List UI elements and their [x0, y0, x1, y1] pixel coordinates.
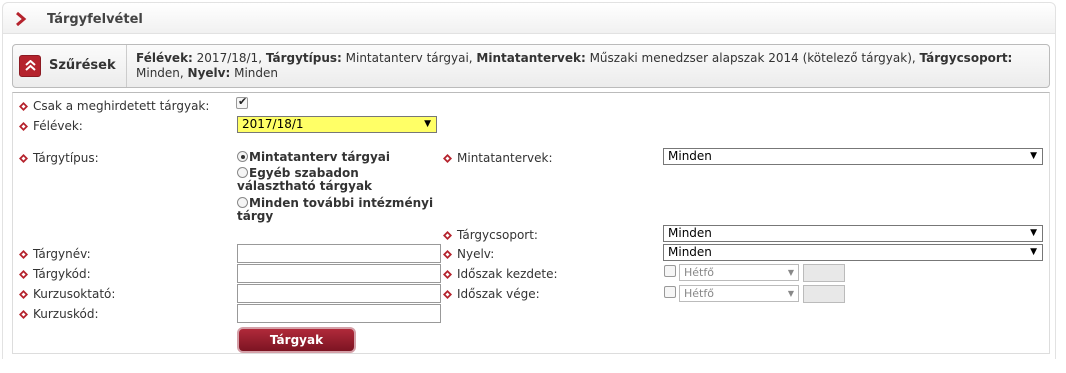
required-marker-icon: [443, 270, 452, 279]
label-text: Nyelv:: [457, 247, 495, 261]
summary-key: Mintatantervek:: [476, 51, 586, 65]
label-text: Kurzuskód:: [33, 307, 99, 321]
selected-value: Minden: [668, 226, 712, 240]
label-text: Mintatantervek:: [457, 151, 553, 165]
label-text: Tárgykód:: [33, 267, 91, 281]
radio-other-electives[interactable]: Egyéb szabadon választható tárgyak: [237, 167, 437, 193]
required-marker-icon: [19, 102, 28, 111]
label-text: Félévek:: [33, 119, 83, 133]
subject-type-label: Tárgytípus:: [19, 151, 99, 165]
dropdown-arrow-icon: ▼: [1030, 247, 1037, 257]
page-title: Tárgyfelvétel: [47, 12, 143, 27]
divider: [126, 45, 127, 87]
label-text: Tárgycsoport:: [457, 228, 538, 242]
required-marker-icon: [19, 122, 28, 131]
period-start-day-select[interactable]: Hétfő ▼: [679, 264, 799, 281]
required-marker-icon: [19, 310, 28, 319]
summary-value: Műszaki menedzser alapszak 2014 (kötelez…: [585, 51, 920, 65]
summary-value: Mintatanterv tárgyai,: [341, 51, 477, 65]
label-text: Csak a meghirdetett tárgyak:: [33, 99, 210, 113]
radio-label: Egyéb szabadon választható tárgyak: [237, 166, 373, 193]
instructor-label: Kurzusoktató:: [19, 287, 115, 301]
radio-label: Minden további intézményi tárgy: [237, 196, 434, 223]
radio-button[interactable]: [237, 197, 248, 208]
selected-value: Hétfő: [684, 287, 714, 300]
subject-code-label: Tárgykód:: [19, 267, 91, 281]
required-marker-icon: [19, 270, 28, 279]
required-marker-icon: [443, 231, 452, 240]
selected-value: 2017/18/1: [242, 117, 304, 131]
only-announced-checkbox[interactable]: [236, 95, 248, 109]
filters-label: Szűrések: [49, 58, 116, 73]
radio-other-institutional[interactable]: Minden további intézményi tárgy: [237, 197, 437, 223]
radio-curriculum-subjects[interactable]: Mintatanterv tárgyai: [237, 151, 437, 164]
required-marker-icon: [443, 290, 452, 299]
subject-code-input[interactable]: [237, 264, 441, 283]
period-start-label: Időszak kezdete:: [443, 267, 558, 281]
required-marker-icon: [443, 250, 452, 259]
course-code-label: Kurzuskód:: [19, 307, 99, 321]
period-start-checkbox[interactable]: [664, 265, 676, 277]
instructor-input[interactable]: [237, 284, 441, 303]
summary-value: Minden: [230, 66, 278, 80]
label-text: Kurzusoktató:: [33, 287, 116, 301]
curricula-select[interactable]: Minden ▼: [663, 148, 1043, 165]
language-select[interactable]: Minden ▼: [663, 244, 1043, 261]
period-start-time-input[interactable]: [803, 264, 845, 282]
subject-group-select[interactable]: Minden ▼: [663, 225, 1043, 242]
page-header: Tárgyfelvétel: [2, 2, 1056, 34]
label-text: Tárgytípus:: [33, 151, 99, 165]
required-marker-icon: [19, 154, 28, 163]
chevron-right-icon: [16, 12, 27, 26]
required-marker-icon: [19, 250, 28, 259]
summary-value: Minden,: [136, 66, 188, 80]
dropdown-arrow-icon: ▼: [1030, 151, 1037, 161]
radio-label: Mintatanterv tárgyai: [249, 150, 390, 164]
summary-key: Nyelv:: [187, 66, 231, 80]
radio-button[interactable]: [237, 167, 248, 178]
course-code-input[interactable]: [237, 304, 441, 323]
dropdown-arrow-icon: ▼: [787, 268, 794, 277]
period-end-day-select[interactable]: Hétfő ▼: [679, 285, 799, 302]
period-end-label: Időszak vége:: [443, 287, 540, 301]
required-marker-icon: [443, 154, 452, 163]
selected-value: Hétfő: [684, 266, 714, 279]
label-text: Időszak vége:: [457, 287, 540, 301]
summary-key: Félévek:: [136, 51, 193, 65]
only-announced-label: Csak a meghirdetett tárgyak:: [19, 99, 209, 113]
language-label: Nyelv:: [443, 247, 494, 261]
selected-value: Minden: [668, 245, 712, 259]
selected-value: Minden: [668, 149, 712, 163]
period-end-checkbox[interactable]: [664, 286, 676, 298]
dropdown-arrow-icon: ▼: [424, 119, 431, 129]
filter-form: [12, 92, 1050, 354]
radio-button[interactable]: [237, 151, 248, 162]
filter-summary: Szűrések Félévek: 2017/18/1, Tárgytípus:…: [12, 44, 1050, 88]
dropdown-arrow-icon: ▼: [1030, 228, 1037, 238]
summary-key: Tárgytípus:: [265, 51, 342, 65]
summary-key: Tárgycsoport:: [919, 51, 1013, 65]
semester-label: Félévek:: [19, 119, 83, 133]
label-text: Tárgynév:: [33, 247, 91, 261]
subject-name-input[interactable]: [237, 244, 441, 263]
dropdown-arrow-icon: ▼: [787, 289, 794, 298]
label-text: Időszak kezdete:: [457, 267, 558, 281]
period-end-time-input[interactable]: [803, 285, 845, 303]
collapse-filters-button[interactable]: [19, 55, 41, 77]
curricula-label: Mintatantervek:: [443, 151, 553, 165]
summary-value: 2017/18/1,: [192, 51, 266, 65]
double-chevron-up-icon: [25, 60, 36, 71]
semester-select[interactable]: 2017/18/1 ▼: [237, 116, 437, 133]
required-marker-icon: [19, 290, 28, 299]
filter-summary-text: Félévek: 2017/18/1, Tárgytípus: Mintatan…: [136, 51, 1041, 81]
subject-name-label: Tárgynév:: [19, 247, 91, 261]
list-subjects-button[interactable]: Tárgyak listázása: [237, 327, 356, 369]
subject-group-label: Tárgycsoport:: [443, 228, 538, 242]
